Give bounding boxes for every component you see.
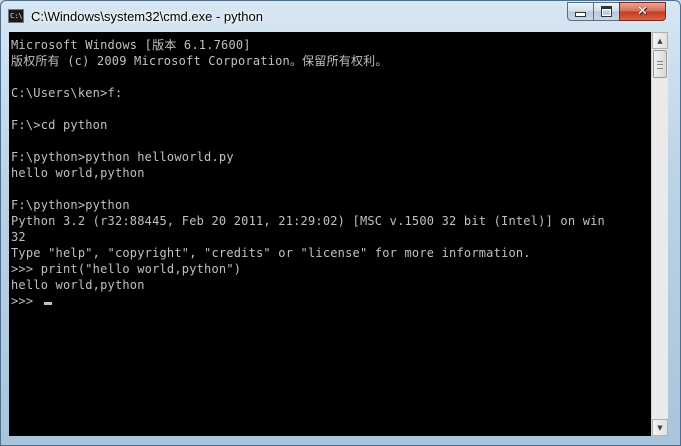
maximize-icon	[601, 6, 612, 17]
close-icon: ✕	[637, 4, 648, 19]
console-prompt-line[interactable]: >>>	[11, 293, 651, 309]
cmd-icon[interactable]: C:\	[8, 9, 24, 23]
scroll-up-button[interactable]: ▲	[652, 32, 668, 49]
title-bar[interactable]: C:\ C:\Windows\system32\cmd.exe - python…	[1, 1, 680, 32]
console-line: hello world,python	[11, 278, 145, 292]
console-line: 版权所有 (c) 2009 Microsoft Corporation。保留所有…	[11, 54, 388, 68]
minimize-button[interactable]	[567, 2, 594, 21]
window-border	[668, 32, 680, 436]
scroll-up-arrow-icon: ▲	[657, 36, 663, 45]
console-line: Python 3.2 (r32:88445, Feb 20 2011, 21:2…	[11, 214, 605, 228]
console-line: F:\>cd python	[11, 118, 108, 132]
console-line: Microsoft Windows [版本 6.1.7600]	[11, 38, 251, 52]
scroll-thumb[interactable]	[653, 50, 667, 78]
thumb-grip-icon	[657, 61, 663, 69]
caption-buttons: ✕	[567, 2, 675, 22]
minimize-icon	[575, 12, 586, 17]
python-prompt: >>>	[11, 294, 41, 308]
window-title: C:\Windows\system32\cmd.exe - python	[31, 9, 263, 24]
close-button[interactable]: ✕	[619, 2, 666, 21]
console-line: hello world,python	[11, 166, 145, 180]
console-output[interactable]: Microsoft Windows [版本 6.1.7600] 版权所有 (c) …	[9, 32, 651, 436]
console-line: Type "help", "copyright", "credits" or "…	[11, 246, 531, 260]
console-lines: Microsoft Windows [版本 6.1.7600] 版权所有 (c) …	[11, 37, 651, 309]
vertical-scrollbar[interactable]: ▲ ▼	[651, 32, 668, 436]
scroll-down-button[interactable]: ▼	[652, 419, 668, 436]
scroll-down-arrow-icon: ▼	[657, 423, 663, 432]
maximize-button[interactable]	[593, 2, 620, 21]
console-line: C:\Users\ken>f:	[11, 86, 123, 100]
text-cursor	[43, 302, 52, 305]
console-line: F:\python>python helloworld.py	[11, 150, 234, 164]
console-line: F:\python>python	[11, 198, 130, 212]
cmd-window: C:\ C:\Windows\system32\cmd.exe - python…	[0, 0, 681, 446]
console-line: 32	[11, 230, 26, 244]
console-line: >>> print("hello world,python")	[11, 262, 242, 276]
